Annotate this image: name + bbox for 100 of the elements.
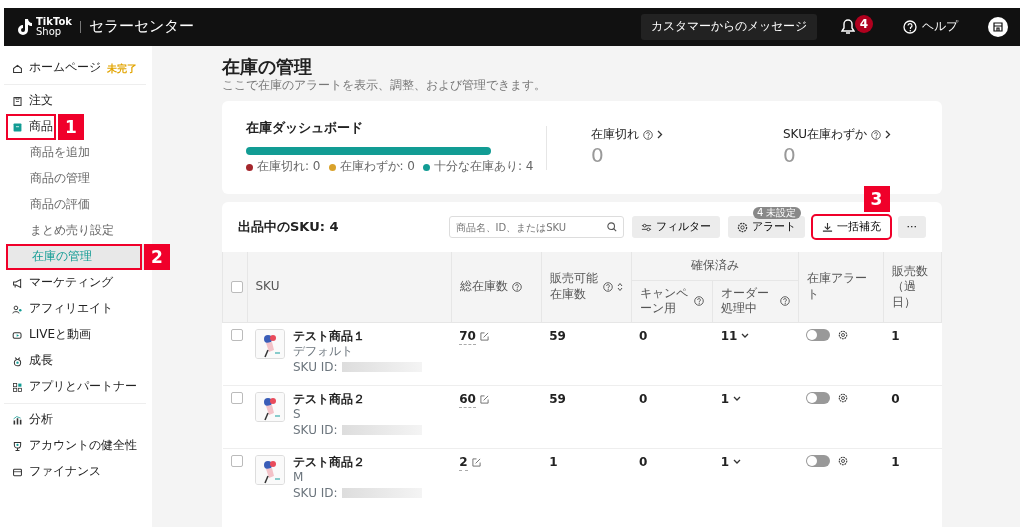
sidebar-item[interactable]: 注文 <box>4 88 146 114</box>
help-icon <box>903 20 917 34</box>
stock-count[interactable]: 70 <box>459 328 476 346</box>
chevron-down-icon[interactable] <box>733 396 742 403</box>
column-header: 販売可能在庫数 <box>549 271 599 303</box>
edit-icon[interactable] <box>471 458 481 468</box>
page-title: 在庫の管理 <box>222 56 313 78</box>
notification-badge: 4 <box>855 15 873 33</box>
store-icon[interactable] <box>988 17 1008 37</box>
help-icon[interactable] <box>694 296 705 307</box>
row-checkbox[interactable] <box>230 328 243 341</box>
help-button[interactable]: ヘルプ <box>897 18 964 36</box>
house-icon <box>12 62 23 74</box>
sort-icon[interactable] <box>616 281 623 292</box>
sidebar-item[interactable]: マーケティング <box>4 270 146 296</box>
sidebar-item[interactable]: LIVEと動画 <box>4 322 146 348</box>
row-checkbox[interactable] <box>230 391 243 404</box>
download-icon <box>821 221 833 233</box>
sidebar-item[interactable]: ホームページ 未完了 <box>4 55 146 81</box>
gear-icon[interactable] <box>838 329 849 340</box>
toggle-switch[interactable] <box>806 454 831 467</box>
stat-label: SKU在庫わずか <box>783 126 867 143</box>
bulk-restock-button[interactable]: 一括補充 <box>812 216 890 239</box>
sidebar-subitem[interactable]: まとめ売り設定 <box>4 218 146 244</box>
table-cell: 0 <box>639 454 648 469</box>
gear-icon[interactable] <box>838 455 849 466</box>
sidebar-item[interactable]: 商品 <box>4 114 56 140</box>
callout-number: 2 <box>144 244 170 270</box>
sidebar-subitem[interactable]: 商品の評価 <box>4 192 146 218</box>
column-group-header: 確保済み <box>690 258 739 273</box>
panel-title: 出品中のSKU: 4 <box>238 218 339 236</box>
table-cell: 11 <box>720 328 738 345</box>
column-header: 販売数（過日） <box>891 263 929 311</box>
variant-name: デフォルト <box>293 344 354 360</box>
row-checkbox[interactable] <box>230 454 243 467</box>
help-icon[interactable] <box>780 296 790 307</box>
variant-name: S <box>293 407 302 423</box>
messages-button[interactable]: カスタマーからのメッセージ <box>641 14 817 40</box>
toggle-switch[interactable] <box>806 328 831 341</box>
table-cell: 0 <box>639 328 648 343</box>
table-cell: 59 <box>549 391 566 406</box>
sidebar-item[interactable]: 成長 <box>4 348 146 374</box>
help-icon[interactable] <box>602 281 613 292</box>
help-icon[interactable] <box>511 281 522 292</box>
stat-value: 0 <box>783 142 797 169</box>
sidebar-subitem[interactable]: 商品の管理 <box>4 166 146 192</box>
table-cell: 1 <box>720 454 730 471</box>
callout-number: 3 <box>863 186 890 213</box>
table-cell: 59 <box>549 328 566 343</box>
edit-icon[interactable] <box>479 332 489 342</box>
sidebar-item[interactable]: アプリとパートナー <box>4 374 146 400</box>
edit-icon[interactable] <box>479 395 489 405</box>
help-icon[interactable] <box>643 129 653 140</box>
page-subtitle: ここで在庫のアラートを表示、調整、および管理できます。 <box>222 77 547 94</box>
people-icon <box>12 303 23 315</box>
select-all-checkbox[interactable] <box>231 280 243 293</box>
sidebar-item[interactable]: アカウントの健全性 <box>4 433 146 459</box>
status-tag: 未完了 <box>107 61 137 75</box>
sidebar-subitem[interactable]: 商品を追加 <box>4 140 146 166</box>
filter-button[interactable]: フィルター <box>631 216 720 239</box>
gear-icon[interactable] <box>838 392 849 403</box>
bar-chart-icon <box>12 414 23 426</box>
table-cell: 1 <box>891 454 900 469</box>
logo-text: Shop <box>36 27 63 37</box>
column-header: オーダー処理中 <box>721 285 771 317</box>
search-field[interactable]: 商品名、ID、またはSKU <box>448 216 624 239</box>
help-icon[interactable] <box>870 129 881 140</box>
sidebar-item[interactable]: アフィリエイト <box>4 296 146 322</box>
chevron-right-icon[interactable] <box>884 130 891 140</box>
legend-label: 在庫わずか: 0 <box>339 159 415 175</box>
stock-count[interactable]: 60 <box>459 391 476 409</box>
clipboard-icon <box>12 95 23 107</box>
chevron-right-icon[interactable] <box>657 130 663 140</box>
gear-icon <box>736 221 748 233</box>
sliders-icon <box>640 221 652 233</box>
chevron-down-icon[interactable] <box>741 333 750 340</box>
more-button[interactable]: ··· <box>897 216 926 239</box>
table-cell: 0 <box>891 391 900 406</box>
toggle-switch[interactable] <box>806 391 831 404</box>
sidebar-item[interactable]: ファイナンス <box>4 459 146 485</box>
search-icon <box>606 222 617 233</box>
video-icon <box>12 329 23 341</box>
legend-label: 十分な在庫あり: 4 <box>434 159 534 175</box>
column-header: SKU <box>255 279 280 295</box>
dashboard-title: 在庫ダッシュボード <box>246 120 364 138</box>
grid-icon <box>12 381 23 393</box>
alert-button[interactable]: アラート <box>727 216 805 239</box>
bell-icon[interactable] <box>841 19 855 35</box>
sku-id-label: SKU ID: <box>293 359 338 374</box>
variant-name: M <box>293 470 305 486</box>
column-header: キャンペーン用 <box>639 285 689 317</box>
chevron-down-icon[interactable] <box>733 459 742 466</box>
sku-id-label: SKU ID: <box>293 422 338 437</box>
column-header: 総在庫数 <box>459 279 508 295</box>
music-note-logo-icon <box>16 18 32 36</box>
stock-count[interactable]: 2 <box>459 454 468 472</box>
legend-label: 在庫切れ: 0 <box>257 159 321 175</box>
sidebar-item[interactable]: 分析 <box>4 407 146 433</box>
sku-id-label: SKU ID: <box>293 485 338 500</box>
megaphone-icon <box>12 277 23 289</box>
